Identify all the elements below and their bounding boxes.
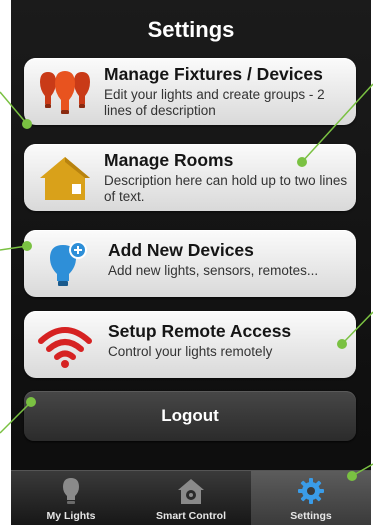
setup-remote-access-button[interactable]: Setup Remote Access Control your lights … [24,311,356,378]
logout-button[interactable]: Logout [24,391,356,441]
bulb-plus-icon [36,240,94,288]
manage-fixtures-button[interactable]: Manage Fixtures / Devices Edit your ligh… [24,58,356,125]
tab-smart-control[interactable]: Smart Control [131,471,251,525]
tab-my-lights[interactable]: My Lights [11,471,131,525]
gear-icon [296,476,326,506]
tab-label: Smart Control [155,510,226,522]
menu-item-title: Manage Rooms [104,150,234,170]
manage-rooms-button[interactable]: Manage Rooms Description here can hold u… [24,144,356,211]
phone-screenshot: Settings Manage Fixtures / Devices Edit … [0,0,373,525]
menu-item-description: Description here can hold up to two line… [104,173,348,204]
house-gear-icon [176,476,206,506]
tab-label: Settings [290,510,332,522]
app-screen: Settings Manage Fixtures / Devices Edit … [11,0,371,525]
menu-item-description: Add new lights, sensors, remotes... [108,263,319,278]
menu-item-title: Setup Remote Access [108,321,292,341]
menu-item-title: Manage Fixtures / Devices [104,64,323,84]
wifi-icon [36,321,94,369]
menu-item-description: Edit your lights and create groups - 2 l… [104,87,325,118]
house-icon [36,154,94,202]
tab-settings[interactable]: Settings [251,471,371,525]
bulbs-icon [36,68,94,116]
lightbulb-icon [56,476,86,506]
add-new-devices-button[interactable]: Add New Devices Add new lights, sensors,… [24,230,356,297]
page-title: Settings [147,17,235,42]
menu-item-title: Add New Devices [108,240,254,260]
tab-bar: My Lights Smart Control Settings [11,470,371,525]
tab-label: My Lights [46,510,96,522]
menu-item-description: Control your lights remotely [108,344,273,359]
